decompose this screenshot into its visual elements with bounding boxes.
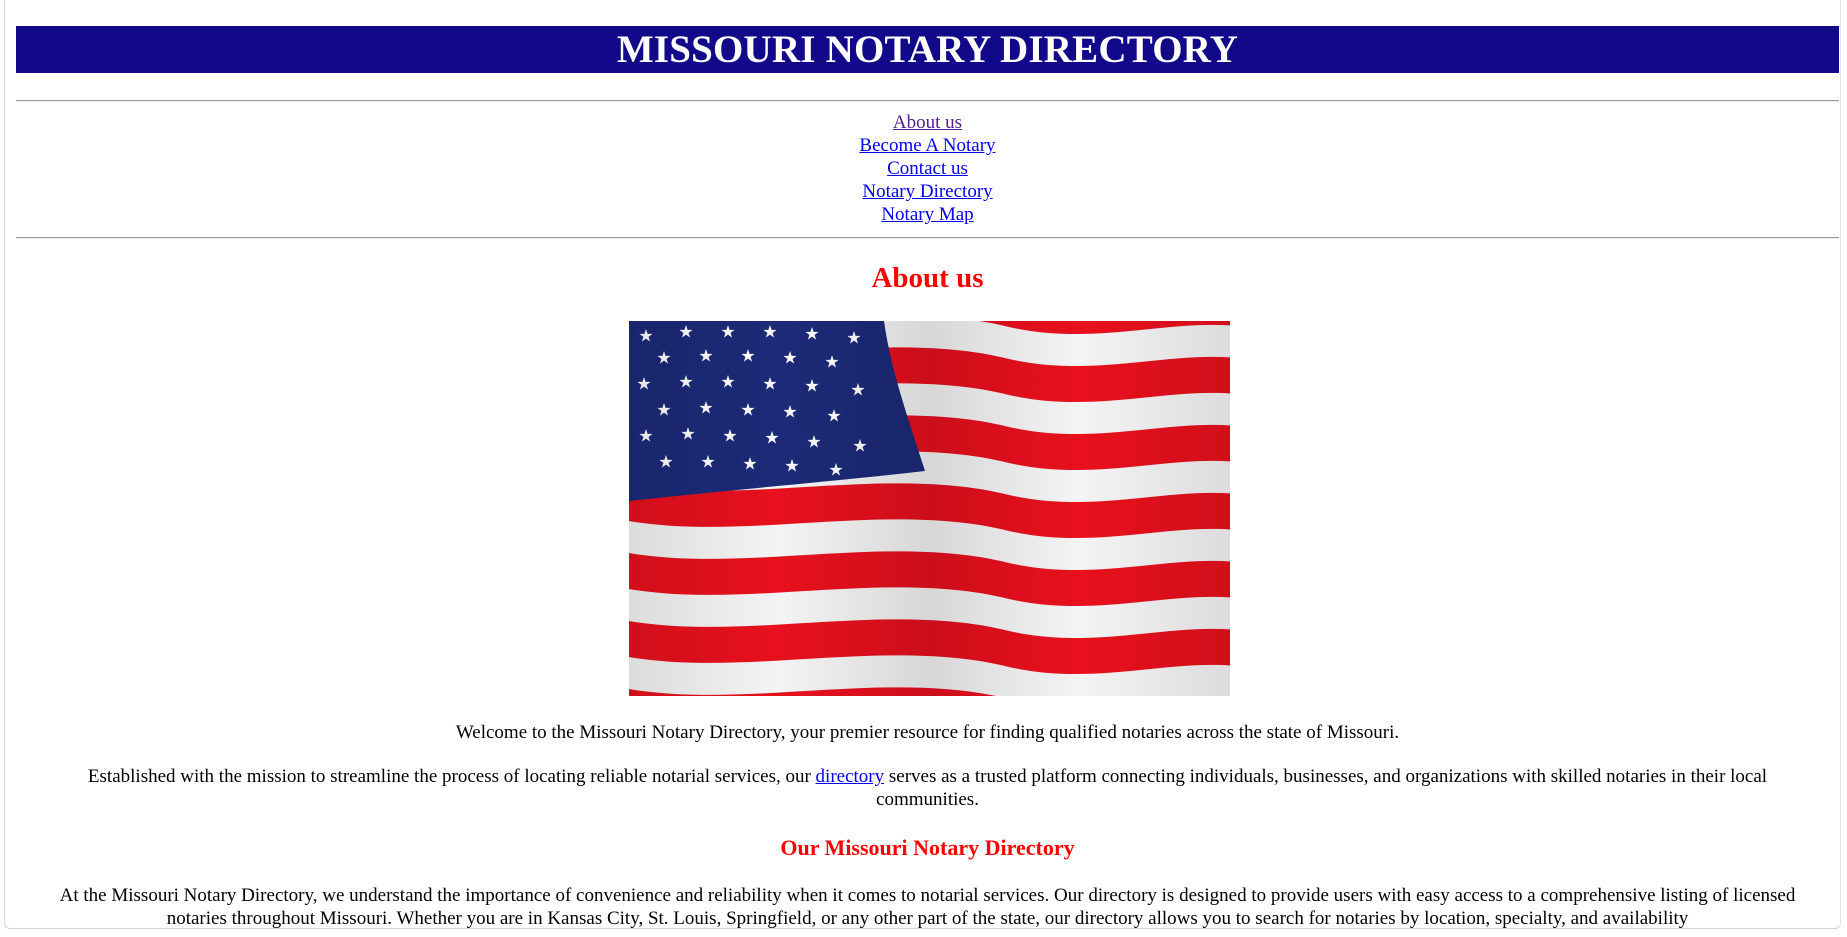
american-flag-image <box>629 321 1230 696</box>
page-frame: MISSOURI NOTARY DIRECTORY About us Becom… <box>4 0 1841 929</box>
nav-link-become-a-notary[interactable]: Become A Notary <box>859 134 995 157</box>
mission-text-after: serves as a trusted platform connecting … <box>876 766 1768 810</box>
page-heading: About us <box>871 262 984 294</box>
nav-link-notary-map[interactable]: Notary Map <box>881 203 973 226</box>
bottom-divider <box>16 237 1839 239</box>
directory-subheading: Our Missouri Notary Directory <box>780 835 1075 860</box>
directory-link[interactable]: directory <box>816 766 885 787</box>
mission-text-before: Established with the mission to streamli… <box>87 766 816 787</box>
main-nav: About us Become A Notary Contact us Nota… <box>16 111 1839 226</box>
mission-paragraph: Established with the mission to streamli… <box>41 765 1814 811</box>
top-divider <box>16 100 1839 102</box>
directory-paragraph: At the Missouri Notary Directory, we und… <box>59 885 1796 929</box>
nav-link-contact-us[interactable]: Contact us <box>887 157 968 180</box>
site-banner: MISSOURI NOTARY DIRECTORY <box>16 26 1839 73</box>
nav-link-notary-directory[interactable]: Notary Directory <box>862 180 992 203</box>
site-title: MISSOURI NOTARY DIRECTORY <box>616 28 1239 71</box>
intro-paragraph: Welcome to the Missouri Notary Directory… <box>455 722 1400 743</box>
nav-link-about-us[interactable]: About us <box>893 111 962 134</box>
